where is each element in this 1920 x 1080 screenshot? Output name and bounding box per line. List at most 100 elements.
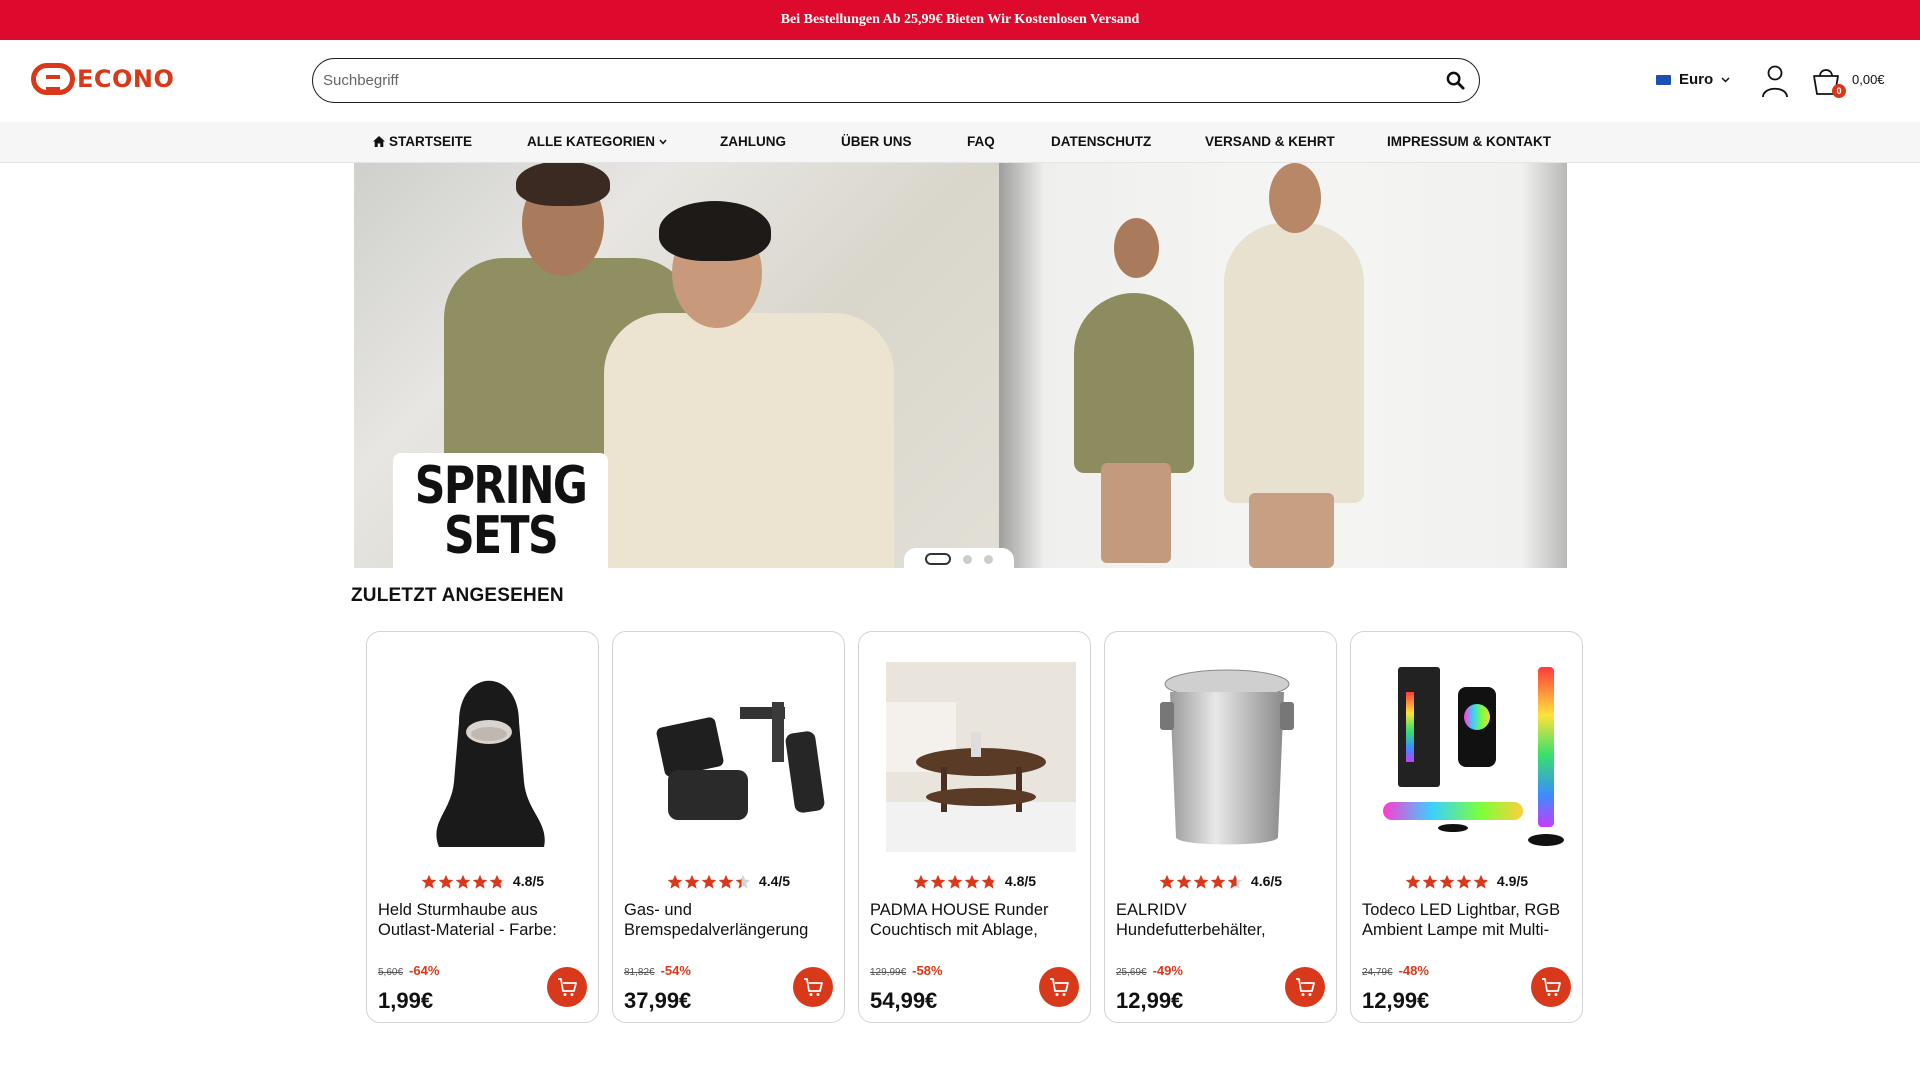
main-nav: Startseite Alle Kategorien Zahlung Über … (0, 122, 1920, 163)
star-icon (1176, 874, 1192, 889)
rating-value: 4.6/5 (1250, 873, 1283, 889)
search-icon (1446, 71, 1465, 90)
product-title[interactable]: EALRIDV Hundefutterbehälter, (1116, 900, 1331, 940)
product-card[interactable]: 4.8/5 Held Sturmhaube aus Outlast-Materi… (366, 631, 599, 1023)
cart-count-badge: 0 (1832, 84, 1846, 98)
star-icon (667, 874, 683, 889)
star-icon (1227, 874, 1243, 889)
rating-value: 4.8/5 (1004, 873, 1037, 889)
old-price: 5,60€ (378, 967, 404, 978)
price-row: 129,99€ -58% (870, 963, 943, 978)
product-card[interactable]: 4.4/5 Gas- und Bremspedalverlängerung 81… (612, 631, 845, 1023)
old-price: 81,82€ (624, 967, 655, 978)
search-button[interactable] (1441, 67, 1469, 95)
product-price: 37,99€ (624, 988, 692, 1013)
nav-item-label: Startseite (389, 134, 473, 149)
rating-stars (667, 874, 751, 889)
add-to-cart-button[interactable] (1039, 967, 1079, 1007)
promo-banner-text: Bei Bestellungen Ab 25,99€ Bieten Wir Ko… (780, 12, 1140, 27)
product-rating: 4.4/5 (613, 873, 844, 889)
header: ECONO Euro 0 0,00€ (0, 40, 1920, 122)
nav-item-startseite[interactable]: Startseite (373, 134, 472, 149)
product-title[interactable]: Gas- und Bremspedalverlängerung (624, 900, 839, 940)
chevron-down-icon (1721, 76, 1730, 83)
nav-item-ueber-uns[interactable]: Über uns (841, 134, 912, 149)
eu-flag-icon (1656, 74, 1671, 85)
star-icon (1456, 874, 1472, 889)
star-icon (930, 874, 946, 889)
add-to-cart-button[interactable] (1285, 967, 1325, 1007)
account-button[interactable] (1760, 64, 1790, 98)
product-card[interactable]: 4.6/5 EALRIDV Hundefutterbehälter, 25,69… (1104, 631, 1337, 1023)
discount-badge: -48% (1398, 963, 1429, 978)
chevron-down-icon (659, 139, 667, 145)
add-to-cart-button[interactable] (1531, 967, 1571, 1007)
currency-label: Euro (1679, 71, 1714, 88)
star-icon (947, 874, 963, 889)
star-icon (701, 874, 717, 889)
nav-item-faq[interactable]: FAQ (967, 134, 995, 149)
user-icon (1762, 65, 1788, 98)
hero-slider[interactable]: SPRING SETS (354, 163, 1567, 568)
nav-item-label: Impressum & Kontakt (1387, 134, 1551, 149)
product-title[interactable]: Todeco LED Lightbar, RGB Ambient Lampe m… (1362, 900, 1577, 940)
cart-add-icon (1050, 978, 1069, 996)
star-icon (964, 874, 980, 889)
cart-add-icon (558, 978, 577, 996)
add-to-cart-button[interactable] (547, 967, 587, 1007)
product-image[interactable] (886, 662, 1076, 852)
slide-caption-line2: SETS (443, 506, 559, 566)
product-price: 54,99€ (870, 988, 938, 1013)
discount-badge: -54% (660, 963, 691, 978)
product-image[interactable] (1132, 662, 1322, 852)
rating-stars (1159, 874, 1243, 889)
nav-item-label: Über uns (841, 134, 912, 149)
product-card[interactable]: 4.8/5 PADMA HOUSE Runder Couchtisch mit … (858, 631, 1091, 1023)
slide-caption-line1: SPRING (414, 456, 588, 516)
hero-photo-left: SPRING SETS (354, 163, 999, 568)
nav-item-versand-kehrt[interactable]: Versand & Kehrt (1205, 134, 1335, 149)
star-icon (718, 874, 734, 889)
slider-dot-3[interactable] (984, 554, 993, 564)
slider-dot-2[interactable] (963, 554, 972, 564)
old-price: 24,79€ (1362, 967, 1393, 978)
search-bar (312, 58, 1480, 103)
star-icon (1159, 874, 1175, 889)
nav-item-zahlung[interactable]: Zahlung (720, 134, 786, 149)
nav-item-datenschutz[interactable]: Datenschutz (1051, 134, 1151, 149)
price-row: 5,60€ -64% (378, 963, 439, 978)
cart-button[interactable]: 0 (1810, 64, 1846, 100)
product-rating: 4.6/5 (1105, 873, 1336, 889)
product-rating: 4.8/5 (367, 873, 598, 889)
nav-item-alle-kategorien[interactable]: Alle Kategorien (527, 134, 667, 149)
star-icon (489, 874, 505, 889)
product-title[interactable]: Held Sturmhaube aus Outlast-Material - F… (378, 900, 593, 940)
old-price: 129,99€ (870, 967, 907, 978)
product-card[interactable]: 4.9/5 Todeco LED Lightbar, RGB Ambient L… (1350, 631, 1583, 1023)
nav-item-label: Zahlung (720, 134, 786, 149)
product-image[interactable] (394, 662, 584, 852)
nav-item-impressum-kontakt[interactable]: Impressum & Kontakt (1387, 134, 1551, 149)
logo[interactable]: ECONO (31, 62, 174, 96)
star-icon (472, 874, 488, 889)
nav-item-label: FAQ (967, 134, 995, 149)
nav-item-label: Alle Kategorien (527, 134, 655, 149)
promo-banner: Bei Bestellungen Ab 25,99€ Bieten Wir Ko… (0, 0, 1920, 40)
section-title: Zuletzt angesehen (351, 585, 564, 606)
slider-dot-1[interactable] (925, 553, 951, 565)
product-rating: 4.9/5 (1351, 873, 1582, 889)
star-icon (1422, 874, 1438, 889)
nav-item-label: Datenschutz (1051, 134, 1152, 149)
add-to-cart-button[interactable] (793, 967, 833, 1007)
product-title[interactable]: PADMA HOUSE Runder Couchtisch mit Ablage… (870, 900, 1085, 940)
rating-value: 4.9/5 (1496, 873, 1529, 889)
product-price: 1,99€ (378, 988, 434, 1013)
star-icon (913, 874, 929, 889)
search-input[interactable] (323, 72, 1441, 89)
product-rating: 4.8/5 (859, 873, 1090, 889)
currency-selector[interactable]: Euro (1656, 71, 1730, 88)
product-image[interactable] (1378, 662, 1568, 852)
cart-add-icon (1542, 978, 1561, 996)
star-icon (1193, 874, 1209, 889)
product-image[interactable] (640, 662, 830, 852)
